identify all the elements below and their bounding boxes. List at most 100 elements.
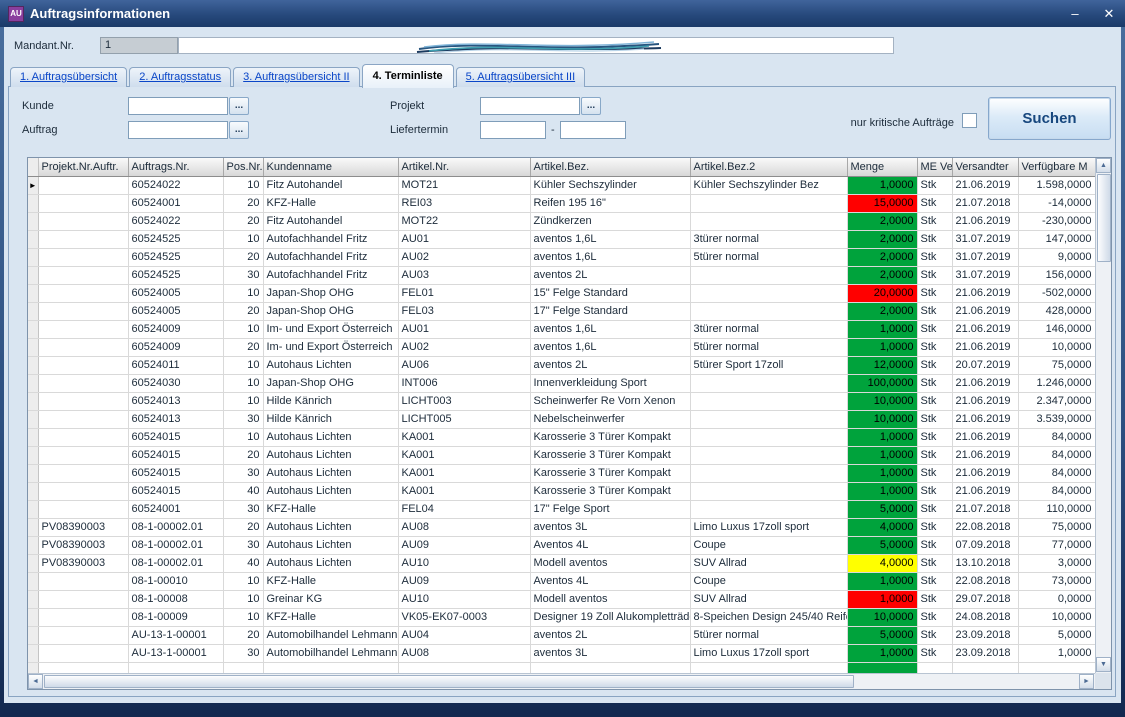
table-row[interactable]: 6052400510Japan-Shop OHGFEL0115" Felge S… [28,284,1095,302]
cell-versandtermin[interactable]: 21.06.2019 [952,374,1018,392]
cell-verfuegbare-menge[interactable]: 75,0000 [1018,356,1095,374]
cell-artikel-bez-2[interactable]: 5türer normal [690,338,847,356]
cell-me[interactable]: Stk [917,446,952,464]
cell-artikel-bez-2[interactable]: 3türer normal [690,230,847,248]
cell-artikel-nr[interactable]: KA001 [398,464,530,482]
cell-pos-nr[interactable]: 10 [223,392,263,410]
cell-artikel-bez[interactable]: 17" Felge Standard [530,302,690,320]
cell-auftrags-nr[interactable]: 60524525 [128,230,223,248]
cell-auftrags-nr[interactable]: 60524022 [128,176,223,194]
cell-me[interactable]: Stk [917,500,952,518]
column-header-projekt-nr[interactable]: Projekt.Nr.Auftr. [38,158,128,176]
cell-kundenname[interactable]: Im- und Export Österreich [263,338,398,356]
cell-pos-nr[interactable]: 30 [223,464,263,482]
table-row[interactable]: 6052401540Autohaus LichtenKA001Karosseri… [28,482,1095,500]
table-row[interactable]: 6052403010Japan-Shop OHGINT006Innenverkl… [28,374,1095,392]
cell-artikel-nr[interactable]: AU09 [398,536,530,554]
cell-kundenname[interactable]: Fitz Autohandel [263,212,398,230]
cell-artikel-bez[interactable]: Innenverkleidung Sport [530,374,690,392]
row-selector-cell[interactable] [28,248,38,266]
cell-menge[interactable] [847,662,917,673]
cell-auftrags-nr[interactable]: AU-13-1-00001 [128,644,223,662]
projekt-browse-button[interactable]: ... [581,97,601,115]
cell-me[interactable]: Stk [917,482,952,500]
cell-artikel-bez-2[interactable]: 3türer normal [690,320,847,338]
kunde-input[interactable] [128,97,228,115]
cell-me[interactable]: Stk [917,320,952,338]
horizontal-scrollbar[interactable]: ◄ ► [28,673,1095,689]
cell-artikel-nr[interactable]: AU02 [398,248,530,266]
cell-verfuegbare-menge[interactable]: 73,0000 [1018,572,1095,590]
cell-kundenname[interactable]: Automobilhandel Lehmann [263,626,398,644]
cell-auftrags-nr[interactable]: 60524005 [128,284,223,302]
cell-auftrags-nr[interactable]: 60524015 [128,482,223,500]
cell-artikel-bez-2[interactable] [690,266,847,284]
row-selector-cell[interactable] [28,572,38,590]
cell-versandtermin[interactable]: 21.06.2019 [952,428,1018,446]
cell-artikel-bez[interactable]: Nebelscheinwerfer [530,410,690,428]
cell-auftrags-nr[interactable]: 08-1-00002.01 [128,536,223,554]
cell-artikel-bez-2[interactable] [690,500,847,518]
cell-versandtermin[interactable]: 22.08.2018 [952,518,1018,536]
cell-projekt-nr[interactable] [38,374,128,392]
cell-artikel-bez[interactable]: aventos 1,6L [530,248,690,266]
cell-artikel-nr[interactable]: AU02 [398,338,530,356]
row-selector-cell[interactable] [28,212,38,230]
cell-kundenname[interactable]: Autofachhandel Fritz [263,248,398,266]
cell-auftrags-nr[interactable]: 60524030 [128,374,223,392]
cell-verfuegbare-menge[interactable]: 3,0000 [1018,554,1095,572]
horizontal-scroll-thumb[interactable] [44,675,854,688]
cell-auftrags-nr[interactable]: 60524015 [128,446,223,464]
cell-pos-nr[interactable] [223,662,263,673]
cell-me[interactable]: Stk [917,464,952,482]
scroll-up-button[interactable]: ▲ [1096,158,1111,173]
cell-pos-nr[interactable]: 30 [223,410,263,428]
cell-pos-nr[interactable]: 30 [223,500,263,518]
cell-me[interactable]: Stk [917,608,952,626]
cell-artikel-bez[interactable]: aventos 3L [530,644,690,662]
cell-me[interactable]: Stk [917,392,952,410]
cell-artikel-nr[interactable]: KA001 [398,482,530,500]
column-header-artikel-nr[interactable]: Artikel.Nr. [398,158,530,176]
cell-versandtermin[interactable]: 21.07.2018 [952,194,1018,212]
cell-artikel-bez[interactable]: Karosserie 3 Türer Kompakt [530,482,690,500]
cell-versandtermin[interactable]: 21.06.2019 [952,212,1018,230]
cell-verfuegbare-menge[interactable]: 146,0000 [1018,320,1095,338]
cell-projekt-nr[interactable] [38,446,128,464]
cell-artikel-bez-2[interactable]: Kühler Sechszylinder Bez [690,176,847,194]
cell-artikel-bez-2[interactable]: Coupe [690,572,847,590]
cell-versandtermin[interactable]: 13.10.2018 [952,554,1018,572]
cell-auftrags-nr[interactable]: 60524013 [128,392,223,410]
cell-versandtermin[interactable]: 21.07.2018 [952,500,1018,518]
cell-artikel-nr[interactable]: AU08 [398,644,530,662]
column-header-verfuegbare-menge[interactable]: Verfügbare M [1018,158,1095,176]
cell-artikel-nr[interactable]: AU09 [398,572,530,590]
table-row[interactable]: 6052401510Autohaus LichtenKA001Karosseri… [28,428,1095,446]
cell-projekt-nr[interactable] [38,320,128,338]
table-row[interactable]: 6052400130KFZ-HalleFEL0417" Felge Sport5… [28,500,1095,518]
cell-auftrags-nr[interactable] [128,662,223,673]
cell-projekt-nr[interactable] [38,572,128,590]
cell-verfuegbare-menge[interactable]: 147,0000 [1018,230,1095,248]
cell-projekt-nr[interactable] [38,464,128,482]
table-row[interactable]: 6052400920Im- und Export ÖsterreichAU02a… [28,338,1095,356]
cell-versandtermin[interactable]: 21.06.2019 [952,464,1018,482]
row-selector-cell[interactable] [28,356,38,374]
tab-auftragsuebersicht-2[interactable]: 3. Auftragsübersicht II [233,67,359,87]
cell-projekt-nr[interactable] [38,176,128,194]
cell-artikel-bez-2[interactable] [690,302,847,320]
table-row[interactable]: PV0839000308-1-00002.0140Autohaus Lichte… [28,554,1095,572]
cell-me[interactable]: Stk [917,356,952,374]
cell-artikel-bez[interactable]: Zündkerzen [530,212,690,230]
cell-artikel-bez-2[interactable]: Limo Luxus 17zoll sport [690,644,847,662]
cell-artikel-nr[interactable]: AU06 [398,356,530,374]
cell-auftrags-nr[interactable]: 08-1-00002.01 [128,518,223,536]
liefertermin-to-input[interactable] [560,121,626,139]
cell-verfuegbare-menge[interactable]: 75,0000 [1018,518,1095,536]
cell-versandtermin[interactable]: 22.08.2018 [952,572,1018,590]
cell-verfuegbare-menge[interactable]: 1.598,0000 [1018,176,1095,194]
cell-artikel-bez-2[interactable]: Coupe [690,536,847,554]
scroll-down-button[interactable]: ▼ [1096,657,1111,672]
cell-projekt-nr[interactable] [38,626,128,644]
cell-artikel-bez[interactable]: aventos 1,6L [530,320,690,338]
